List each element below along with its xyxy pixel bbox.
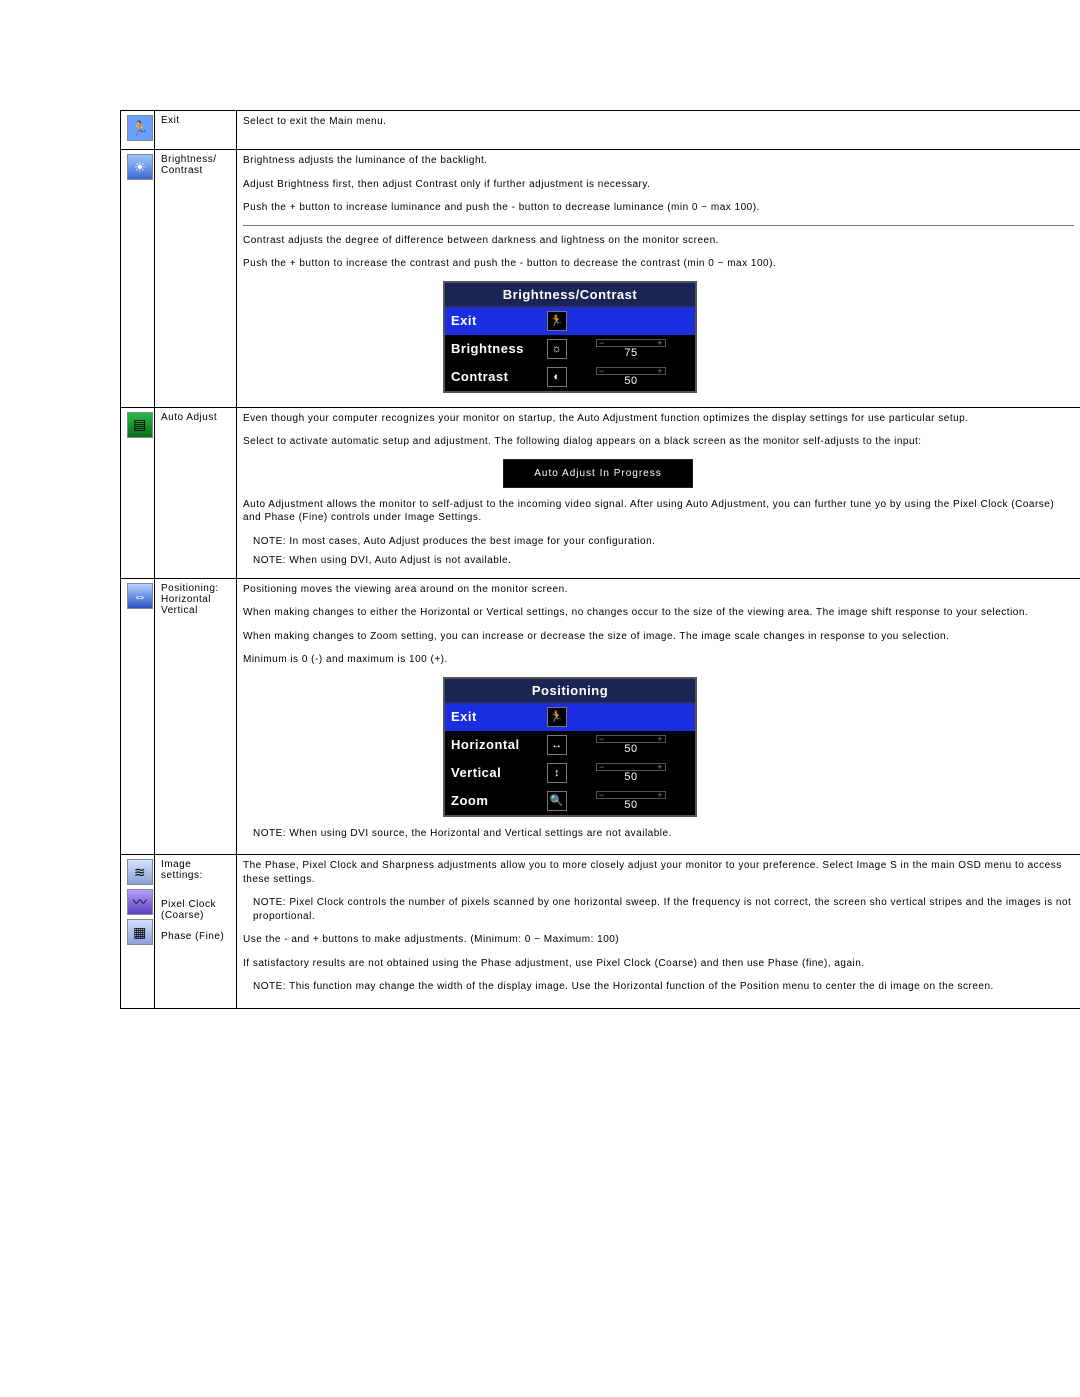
cell-desc-image: The Phase, Pixel Clock and Sharpness adj…	[237, 855, 1080, 1009]
cell-label-auto: Auto Adjust	[155, 407, 237, 578]
bright-p4: Contrast adjusts the degree of differenc…	[243, 234, 1074, 248]
osd2-row2-label: Zoom	[451, 793, 541, 808]
cell-label-image: Image settings: Pixel Clock (Coarse) Pha…	[155, 855, 237, 1009]
auto-p3: Auto Adjustment allows the monitor to se…	[243, 498, 1074, 525]
auto-progress-box: Auto Adjust In Progress	[503, 459, 693, 488]
phase-fine-icon: ▦	[127, 919, 153, 945]
exit-desc: Select to exit the Main menu.	[243, 115, 1074, 129]
vertical-icon: ↕	[547, 763, 567, 783]
osd1-row0-label: Brightness	[451, 341, 541, 356]
osd2-exit-row: Exit 🏃	[445, 703, 695, 731]
osd1-row1-label: Contrast	[451, 369, 541, 384]
osd2-row-2: Zoom 🔍 −+ 50	[445, 787, 695, 815]
bright-p3: Push the + button to increase luminance …	[243, 201, 1074, 215]
osd2-row2-val: 50	[624, 799, 637, 811]
cell-icon-auto: ▤	[121, 407, 155, 578]
osd2-row1-label: Vertical	[451, 765, 541, 780]
exit-run-icon: 🏃	[547, 311, 567, 331]
osd2-exit-label: Exit	[451, 709, 541, 724]
img-p3: Use the - and + buttons to make adjustme…	[243, 933, 1074, 947]
exit-run-icon: 🏃	[547, 707, 567, 727]
auto-adjust-icon: ▤	[127, 412, 153, 438]
osd1-row-0: Brightness ☼ −+ 75	[445, 335, 695, 363]
osd2-row-1: Vertical ↕ −+ 50	[445, 759, 695, 787]
auto-p1: Even though your computer recognizes you…	[243, 412, 1074, 426]
osd1-title: Brightness/Contrast	[445, 283, 695, 307]
osd1-row1-slider: −+ 50	[573, 367, 689, 387]
osd2-row1-val: 50	[624, 771, 637, 783]
cell-icon-image: ≋ 〰 ▦	[121, 855, 155, 1009]
pos-p3: When making changes to Zoom setting, you…	[243, 630, 1074, 644]
osd-brightness-contrast: Brightness/Contrast Exit 🏃 Brightness ☼ …	[443, 281, 697, 393]
auto-p2: Select to activate automatic setup and a…	[243, 435, 1074, 449]
contrast-icon: ◐	[547, 367, 567, 387]
zoom-icon: 🔍	[547, 791, 567, 811]
auto-n2: NOTE: When using DVI, Auto Adjust is not…	[253, 554, 1074, 568]
pos-p1: Positioning moves the viewing area aroun…	[243, 583, 1074, 597]
cell-desc-brightness: Brightness adjusts the luminance of the …	[237, 150, 1080, 408]
osd2-row-0: Horizontal ↔ −+ 50	[445, 731, 695, 759]
bright-p5: Push the + button to increase the contra…	[243, 257, 1074, 271]
cell-label-position: Positioning: Horizontal Vertical	[155, 578, 237, 855]
cell-icon-brightness: ☀	[121, 150, 155, 408]
image-settings-icon: ≋	[127, 859, 153, 885]
osd1-row-1: Contrast ◐ −+ 50	[445, 363, 695, 391]
osd2-row0-label: Horizontal	[451, 737, 541, 752]
cell-icon-position: ⇔	[121, 578, 155, 855]
osd2-row0-val: 50	[624, 743, 637, 755]
img-p4: If satisfactory results are not obtained…	[243, 957, 1074, 971]
bright-p1: Brightness adjusts the luminance of the …	[243, 154, 1074, 168]
img-p5: NOTE: This function may change the width…	[253, 980, 1074, 994]
cell-desc-auto: Even though your computer recognizes you…	[237, 407, 1080, 578]
brightness-icon: ☀	[127, 154, 153, 180]
img-p1: The Phase, Pixel Clock and Sharpness adj…	[243, 859, 1074, 886]
auto-n1: NOTE: In most cases, Auto Adjust produce…	[253, 535, 1074, 549]
osd2-title: Positioning	[445, 679, 695, 703]
exit-icon: 🏃	[127, 115, 153, 141]
cell-label-exit: Exit	[155, 111, 237, 150]
osd-positioning: Positioning Exit 🏃 Horizontal ↔ −+ 50 Ve…	[443, 677, 697, 817]
bright-p2: Adjust Brightness first, then adjust Con…	[243, 178, 1074, 192]
osd1-exit-row: Exit 🏃	[445, 307, 695, 335]
cell-icon-exit: 🏃	[121, 111, 155, 150]
cell-desc-exit: Select to exit the Main menu.	[237, 111, 1080, 150]
osd-reference-table: 🏃 Exit Select to exit the Main menu. ☀ B…	[120, 110, 1080, 1009]
osd1-row1-val: 50	[624, 375, 637, 387]
positioning-icon: ⇔	[127, 583, 153, 609]
osd1-row0-val: 75	[624, 347, 637, 359]
pos-p2: When making changes to either the Horizo…	[243, 606, 1074, 620]
image-label3: Phase (Fine)	[161, 931, 230, 942]
cell-desc-position: Positioning moves the viewing area aroun…	[237, 578, 1080, 855]
osd1-exit-label: Exit	[451, 313, 541, 328]
osd1-row0-slider: −+ 75	[573, 339, 689, 359]
cell-label-brightness: Brightness/ Contrast	[155, 150, 237, 408]
pos-p4: Minimum is 0 (-) and maximum is 100 (+).	[243, 653, 1074, 667]
image-label2: Pixel Clock (Coarse)	[161, 899, 230, 921]
sun-icon: ☼	[547, 339, 567, 359]
pixel-clock-icon: 〰	[127, 889, 153, 915]
img-p2: NOTE: Pixel Clock controls the number of…	[253, 896, 1074, 923]
pos-n1: NOTE: When using DVI source, the Horizon…	[253, 827, 1074, 841]
image-label1: Image settings:	[161, 859, 230, 881]
horizontal-icon: ↔	[547, 735, 567, 755]
